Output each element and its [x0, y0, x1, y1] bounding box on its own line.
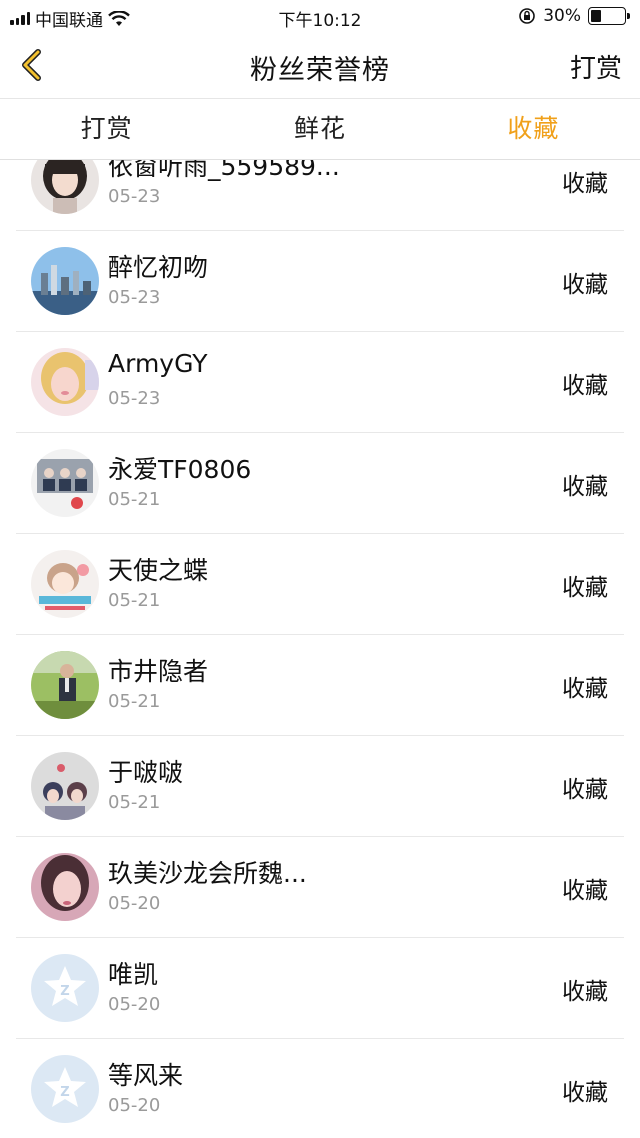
rotation-lock-icon	[519, 8, 536, 24]
fan-name: 天使之蝶	[108, 556, 209, 585]
fan-row[interactable]: 天使之蝶 05-21 收藏	[16, 534, 624, 635]
fan-name: 等风来	[108, 1061, 184, 1090]
fan-row[interactable]: 玖美沙龙会所魏... 05-20 收藏	[16, 837, 624, 938]
battery-percent: 30%	[543, 6, 581, 26]
tab-favorites[interactable]: 收藏	[427, 99, 640, 159]
battery-icon	[588, 7, 630, 25]
fan-name: 于啵啵	[108, 758, 184, 787]
tab-flowers[interactable]: 鲜花	[213, 99, 426, 159]
default-star-avatar[interactable]: Z	[31, 954, 99, 1022]
fan-name: 玖美沙龙会所魏...	[108, 859, 307, 888]
tab-bar: 打赏 鲜花 收藏	[0, 99, 640, 159]
fan-action-label: 收藏	[562, 777, 608, 803]
fan-date: 05-21	[108, 590, 161, 611]
reward-button[interactable]: 打赏	[570, 48, 622, 85]
tab-reward[interactable]: 打赏	[0, 99, 213, 159]
fan-row[interactable]: 市井隐者 05-21 收藏	[16, 635, 624, 736]
fan-action-label: 收藏	[562, 474, 608, 500]
fan-date: 05-20	[108, 893, 161, 914]
fan-action-label: 收藏	[562, 575, 608, 601]
fan-action-label: 收藏	[562, 979, 608, 1005]
fan-row[interactable]: Z 唯凯 05-20 收藏	[16, 938, 624, 1039]
fan-name: 唯凯	[108, 960, 159, 989]
fan-action-label: 收藏	[562, 373, 608, 399]
fan-name: 市井隐者	[108, 657, 209, 686]
status-right: 30%	[518, 6, 630, 26]
fan-action-label: 收藏	[562, 272, 608, 298]
girl-photo-avatar[interactable]	[31, 348, 99, 416]
fan-date: 05-23	[108, 186, 161, 207]
fan-name: ArmyGY	[108, 349, 208, 378]
group-photo-avatar[interactable]	[31, 449, 99, 517]
fan-row[interactable]: Z 等风来 05-20 收藏	[16, 1039, 624, 1138]
svg-text:Z: Z	[60, 1085, 69, 1100]
fan-name: 依窗听雨_559589...	[108, 160, 340, 181]
fan-row[interactable]: ArmyGY 05-23 收藏	[16, 332, 624, 433]
fan-action-label: 收藏	[562, 1080, 608, 1106]
man-in-field-avatar[interactable]	[31, 651, 99, 719]
svg-text:Z: Z	[60, 984, 69, 999]
fan-action-label: 收藏	[562, 676, 608, 702]
fan-date: 05-20	[108, 1095, 161, 1116]
battery-fill	[591, 10, 601, 22]
fan-list-viewport[interactable]: 依窗听雨_559589... 05-23 收藏 醉忆初吻 05-23 收藏 ArmyGY 05…	[0, 160, 640, 1138]
default-star-avatar[interactable]: Z	[31, 1055, 99, 1123]
fan-row[interactable]: 于啵啵 05-21 收藏	[16, 736, 624, 837]
fan-name: 醉忆初吻	[108, 253, 209, 282]
fan-date: 05-21	[108, 691, 161, 712]
fan-date: 05-21	[108, 489, 161, 510]
woman-portrait-avatar[interactable]	[31, 853, 99, 921]
fan-action-label: 收藏	[562, 878, 608, 904]
status-bar: 中国联通 下午10:12 30%	[0, 0, 640, 34]
girl-illustration-avatar[interactable]	[31, 160, 99, 214]
fan-row[interactable]: 醉忆初吻 05-23 收藏	[16, 231, 624, 332]
fan-action-label: 收藏	[562, 171, 608, 197]
anime-boy-avatar[interactable]	[31, 550, 99, 618]
fan-date: 05-20	[108, 994, 161, 1015]
fan-name: 永爱TF0806	[108, 455, 252, 484]
fan-list: 依窗听雨_559589... 05-23 收藏 醉忆初吻 05-23 收藏 ArmyGY 05…	[0, 160, 640, 1138]
fan-row[interactable]: 依窗听雨_559589... 05-23 收藏	[16, 160, 624, 231]
page-title: 粉丝荣誉榜	[250, 55, 390, 86]
fan-date: 05-23	[108, 287, 161, 308]
fan-date: 05-21	[108, 792, 161, 813]
fan-row[interactable]: 永爱TF0806 05-21 收藏	[16, 433, 624, 534]
fan-date: 05-23	[108, 388, 161, 409]
nav-bar: 粉丝荣誉榜 打赏	[0, 34, 640, 98]
city-skyline-avatar[interactable]	[31, 247, 99, 315]
two-boys-avatar[interactable]	[31, 752, 99, 820]
